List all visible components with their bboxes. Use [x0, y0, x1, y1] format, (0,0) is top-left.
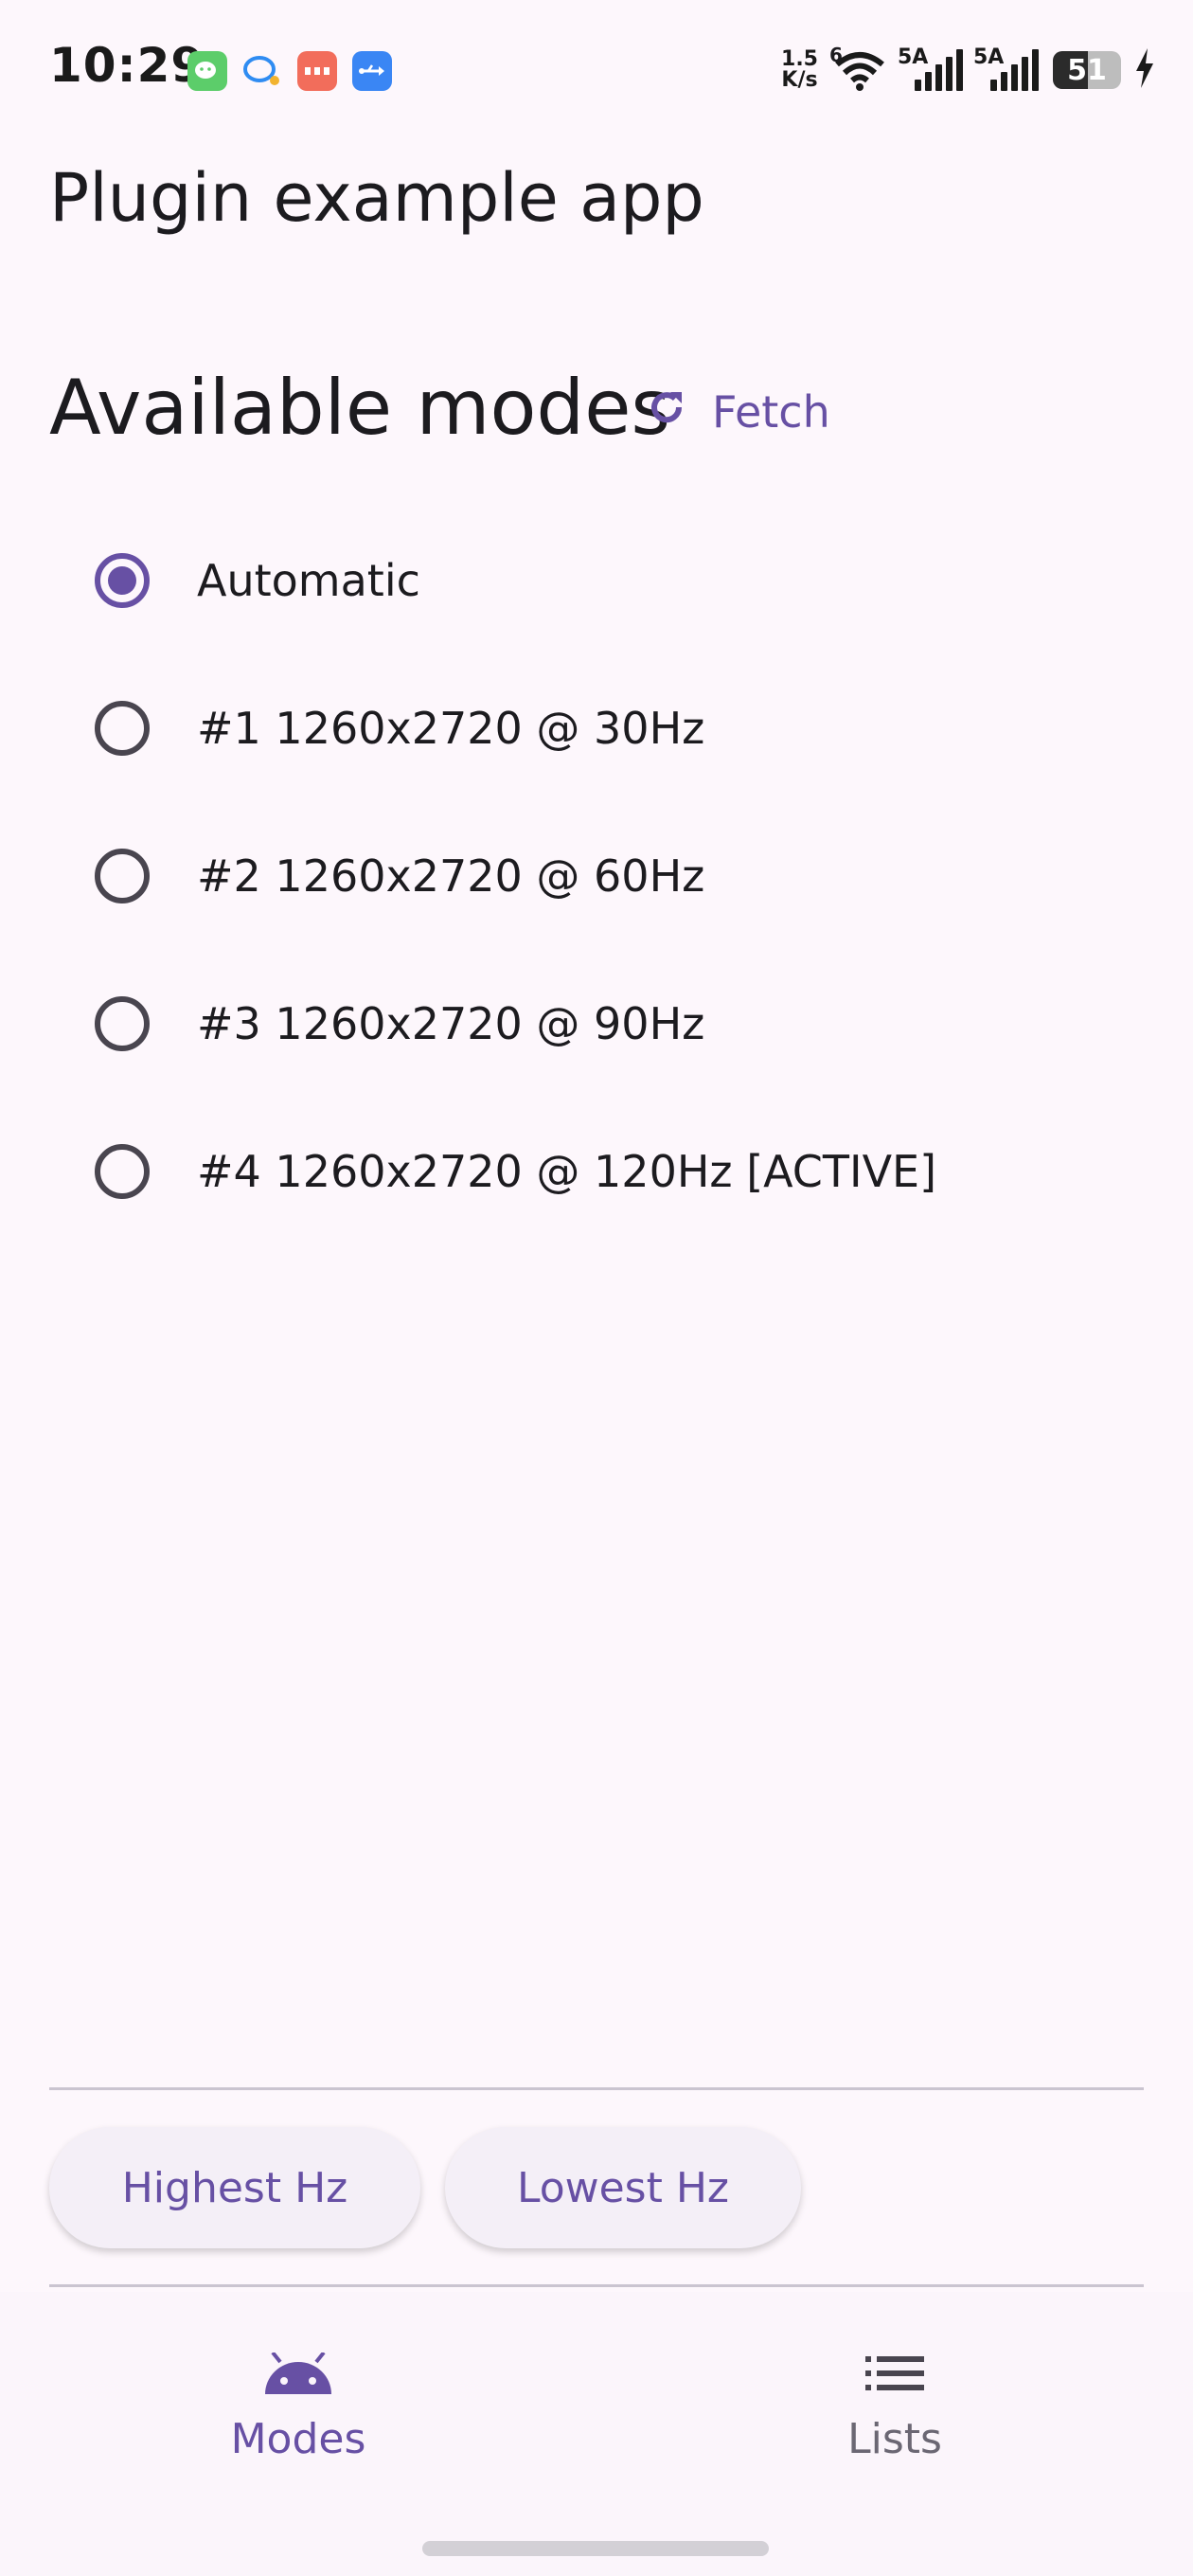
- divider-bottom: [49, 2284, 1144, 2287]
- battery-icon: 51: [1053, 51, 1121, 89]
- app-screen: 10:29 1.5 K/s 6 5A 5A 51 Plugin example …: [0, 0, 1193, 2576]
- nav-label-lists: Lists: [847, 2415, 942, 2463]
- mode-label: #4 1260x2720 @ 120Hz [ACTIVE]: [197, 1146, 937, 1197]
- mode-option-30hz[interactable]: #1 1260x2720 @ 30Hz: [0, 654, 1193, 802]
- status-time: 10:29: [49, 38, 205, 93]
- home-indicator[interactable]: [422, 2541, 769, 2556]
- list-icon: [865, 2345, 924, 2402]
- mode-option-60hz[interactable]: #2 1260x2720 @ 60Hz: [0, 802, 1193, 950]
- xiaohongshu-icon: [297, 51, 337, 91]
- signal-sim2-icon: 5A: [973, 45, 1040, 91]
- radio-button[interactable]: [95, 996, 150, 1051]
- bottom-navigation: Modes Lists: [0, 2292, 1193, 2576]
- system-status-icons: 1.5 K/s 6 5A 5A 51: [781, 42, 1155, 98]
- mode-label: #3 1260x2720 @ 90Hz: [197, 998, 705, 1049]
- nav-item-modes[interactable]: Modes: [0, 2292, 596, 2500]
- signal-sim1-icon: 5A: [898, 45, 964, 91]
- mode-option-90hz[interactable]: #3 1260x2720 @ 90Hz: [0, 950, 1193, 1098]
- refresh-icon: [646, 386, 687, 438]
- mode-option-120hz[interactable]: #4 1260x2720 @ 120Hz [ACTIVE]: [0, 1098, 1193, 1245]
- modes-radio-list: Automatic #1 1260x2720 @ 30Hz #2 1260x27…: [0, 507, 1193, 1245]
- fetch-button[interactable]: Fetch: [632, 369, 844, 455]
- mode-option-automatic[interactable]: Automatic: [0, 507, 1193, 654]
- messages-icon: [242, 51, 282, 91]
- nav-label-modes: Modes: [230, 2415, 366, 2463]
- nav-item-lists[interactable]: Lists: [596, 2292, 1193, 2500]
- charging-icon: [1134, 48, 1155, 92]
- section-title: Available modes: [49, 364, 671, 452]
- lowest-hz-button[interactable]: Lowest Hz: [445, 2127, 801, 2248]
- radio-button[interactable]: [95, 701, 150, 756]
- wifi-icon: 6: [829, 44, 888, 91]
- mode-label: #1 1260x2720 @ 30Hz: [197, 703, 705, 754]
- android-icon: [263, 2345, 333, 2402]
- highest-hz-button[interactable]: Highest Hz: [49, 2127, 420, 2248]
- divider-top: [49, 2087, 1144, 2090]
- radio-button[interactable]: [95, 1144, 150, 1199]
- app-title: Plugin example app: [49, 159, 704, 237]
- status-bar: 10:29 1.5 K/s 6 5A 5A 51: [0, 0, 1193, 142]
- network-speed: 1.5 K/s: [781, 47, 818, 92]
- radio-button[interactable]: [95, 849, 150, 903]
- usb-icon: [352, 51, 392, 91]
- battery-level: 51: [1067, 53, 1107, 87]
- mode-label: #2 1260x2720 @ 60Hz: [197, 850, 705, 902]
- wechat-icon: [187, 51, 227, 91]
- radio-button[interactable]: [95, 553, 150, 608]
- fetch-label: Fetch: [712, 386, 830, 438]
- mode-label: Automatic: [197, 555, 420, 606]
